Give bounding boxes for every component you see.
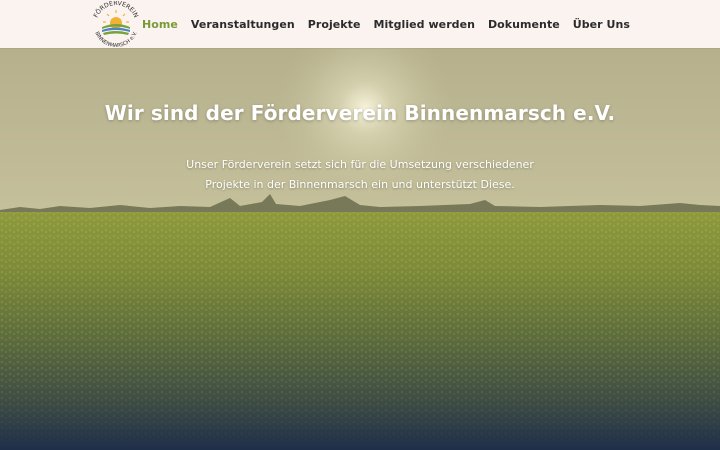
page: FÖRDERVEREIN BINNENMARSCH e.V. Home Vera… (0, 0, 720, 450)
hero-subtitle: Unser Förderverein setzt sich für die Um… (160, 155, 560, 195)
logo-emblem-icon: FÖRDERVEREIN BINNENMARSCH e.V. (93, 1, 140, 47)
hero-section: Wir sind der Förderverein Binnenmarsch e… (0, 48, 720, 450)
nav-mitglied-werden[interactable]: Mitglied werden (373, 18, 475, 31)
nav-dokumente[interactable]: Dokumente (488, 18, 560, 31)
site-header: FÖRDERVEREIN BINNENMARSCH e.V. Home Vera… (0, 0, 720, 48)
nav-projekte[interactable]: Projekte (308, 18, 361, 31)
hero-title: Wir sind der Förderverein Binnenmarsch e… (104, 101, 616, 126)
nav-veranstaltungen[interactable]: Veranstaltungen (191, 18, 295, 31)
nav-ueber-uns[interactable]: Über Uns (573, 18, 630, 31)
main-nav: Home Veranstaltungen Projekte Mitglied w… (142, 0, 630, 48)
hero-subtitle-line-1: Unser Förderverein setzt sich für die Um… (186, 158, 534, 171)
hero-subtitle-line-2: Projekte in der Binnenmarsch ein und unt… (205, 178, 515, 191)
site-logo[interactable]: FÖRDERVEREIN BINNENMARSCH e.V. (88, 1, 144, 47)
nav-home[interactable]: Home (142, 18, 178, 31)
